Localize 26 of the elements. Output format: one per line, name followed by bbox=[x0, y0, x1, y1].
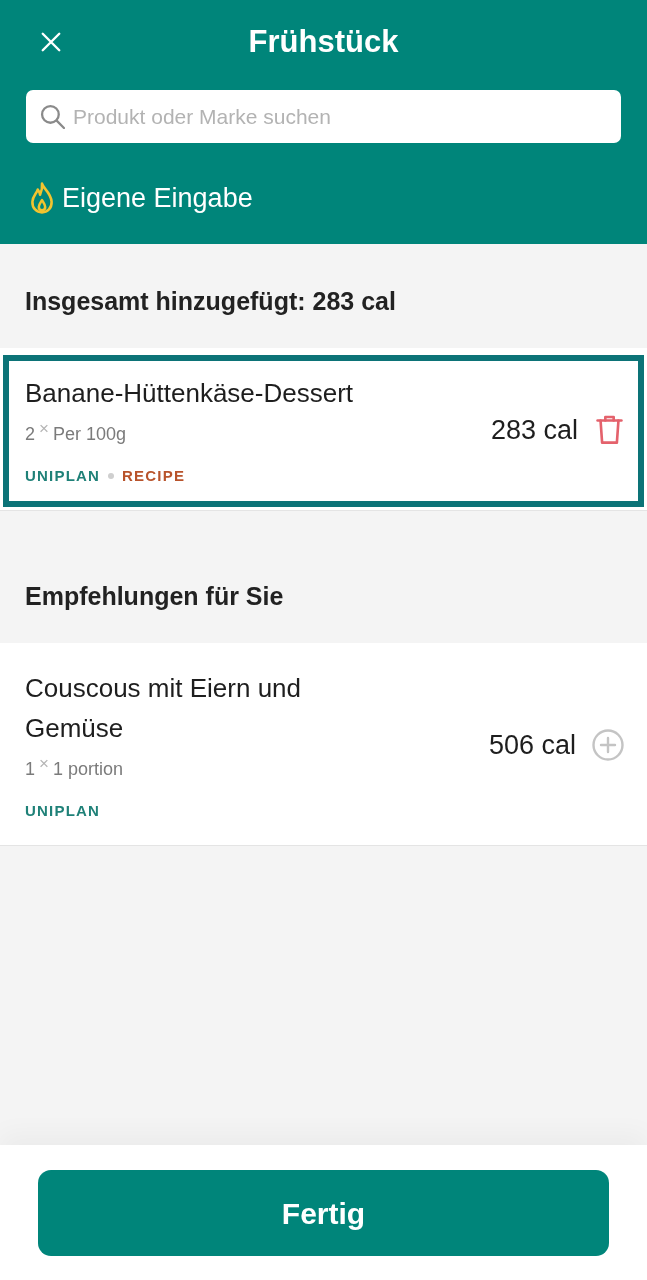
add-button[interactable] bbox=[590, 726, 626, 763]
multiply-sign: × bbox=[39, 755, 49, 772]
source-tag: RECIPE bbox=[122, 466, 186, 486]
search-icon bbox=[40, 104, 65, 129]
page-title: Frühstück bbox=[248, 23, 399, 61]
multiply-sign: × bbox=[39, 420, 49, 437]
food-item[interactable]: Banane-Hüttenkäse-Dessert 2 × Per 100g UNIPLAN RECIPE 283 cal bbox=[3, 355, 644, 507]
close-icon bbox=[40, 31, 62, 53]
quantity-text: 1 bbox=[25, 758, 35, 781]
calorie-value: 506 cal bbox=[488, 728, 576, 762]
calorie-value: 283 cal bbox=[490, 413, 578, 447]
source-tag: UNIPLAN bbox=[25, 466, 101, 486]
section-heading: Empfehlungen für Sie bbox=[25, 581, 284, 612]
done-button[interactable]: Fertig bbox=[38, 1170, 609, 1256]
serving-unit: 1 portion bbox=[52, 758, 123, 781]
source-tag: UNIPLAN bbox=[25, 801, 101, 821]
section-heading: Insgesamt hinzugefügt: 283 cal bbox=[25, 286, 396, 317]
flame-icon bbox=[30, 182, 54, 214]
search-field[interactable]: Produkt oder Marke suchen bbox=[26, 90, 621, 143]
food-name: Couscous mit Eiern und Gemüse bbox=[25, 672, 303, 745]
serving-unit: Per 100g bbox=[52, 423, 126, 446]
quantity-text: 2 bbox=[25, 423, 35, 446]
food-name: Banane-Hüttenkäse-Dessert bbox=[25, 377, 355, 410]
trash-icon bbox=[594, 414, 624, 445]
plus-circle-icon bbox=[592, 728, 624, 761]
custom-entry-button[interactable]: Eigene Eingabe bbox=[26, 178, 253, 218]
